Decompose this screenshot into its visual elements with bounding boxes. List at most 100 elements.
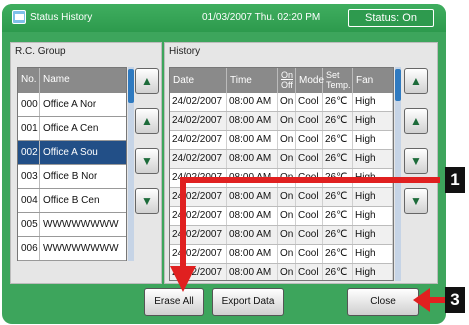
history-mode: Cool: [296, 226, 323, 244]
column-header-set: Set: [326, 70, 340, 80]
column-header-date: Date: [170, 68, 227, 93]
column-header-on: On: [281, 70, 294, 80]
rc-group-no: 001: [18, 117, 40, 140]
rc-group-scroll-thumb[interactable]: [128, 69, 134, 103]
column-header-name: Name: [43, 74, 70, 85]
date-time-display: 01/03/2007 Thu. 02:20 PM: [202, 12, 321, 23]
history-time: 08:00 AM: [227, 188, 278, 206]
history-row: 24/02/2007 08:00 AM On Cool 26℃ High: [170, 188, 393, 207]
column-header-fan: Fan: [356, 75, 374, 86]
history-row: 24/02/2007 08:00 AM On Cool 26℃ High: [170, 93, 393, 112]
rc-first-page-button[interactable]: ▲: [135, 68, 159, 94]
history-set-temp: 26℃: [323, 188, 353, 206]
history-mode: Cool: [296, 188, 323, 206]
history-last-page-button[interactable]: ▼: [404, 188, 428, 214]
history-set-temp: 26℃: [323, 131, 353, 149]
column-header-set-temp: Set Temp.: [323, 68, 353, 93]
history-time: 08:00 AM: [227, 245, 278, 263]
history-fan: High: [353, 150, 393, 168]
history-time: 08:00 AM: [227, 264, 278, 280]
history-panel: History Date Time On Off Mode Set Temp. …: [164, 42, 438, 284]
history-date: 24/02/2007: [170, 188, 227, 206]
history-set-temp: 26℃: [323, 169, 353, 187]
history-mode: Cool: [296, 150, 323, 168]
double-up-arrow-icon: ▲: [410, 74, 422, 88]
rc-group-name: Office A Cen: [43, 123, 99, 134]
history-page-down-button[interactable]: ▼: [404, 148, 428, 174]
rc-group-row[interactable]: 002 Office A Sou: [18, 141, 126, 165]
rc-page-down-button[interactable]: ▼: [135, 148, 159, 174]
column-header-temp: Temp.: [326, 80, 351, 90]
callout-tag-1: 1: [445, 167, 465, 193]
history-row: 24/02/2007 08:00 AM On Cool 26℃ High: [170, 264, 393, 280]
rc-group-panel: R.C. Group No. Name 000 Office A Nor 001 Of…: [10, 42, 162, 284]
history-fan: High: [353, 188, 393, 206]
down-arrow-icon: ▼: [141, 154, 153, 168]
rc-group-no: 003: [18, 165, 40, 188]
history-set-temp: 26℃: [323, 93, 353, 111]
history-on-off: On: [278, 207, 296, 225]
rc-group-name: Office A Nor: [43, 99, 97, 110]
history-on-off: On: [278, 245, 296, 263]
up-arrow-icon: ▲: [410, 114, 422, 128]
column-header-on-off: On Off: [278, 68, 296, 93]
history-row: 24/02/2007 08:00 AM On Cool 26℃ High: [170, 112, 393, 131]
rc-group-no: 004: [18, 189, 40, 212]
double-down-arrow-icon: ▼: [410, 194, 422, 208]
history-time: 08:00 AM: [227, 131, 278, 149]
callout-tag-3: 3: [445, 287, 465, 313]
export-data-button[interactable]: Export Data: [212, 288, 284, 316]
history-mode: Cool: [296, 264, 323, 280]
rc-group-row[interactable]: 004 Office B Cen: [18, 189, 126, 213]
history-date: 24/02/2007: [170, 245, 227, 263]
rc-group-row[interactable]: 006 WWWWWWWW: [18, 237, 126, 261]
status-history-screen: Status History 01/03/2007 Thu. 02:20 PM …: [2, 4, 446, 324]
column-header-mode: Mode: [296, 68, 324, 93]
history-on-off: On: [278, 169, 296, 187]
history-on-off: On: [278, 264, 296, 280]
rc-group-no: 005: [18, 213, 40, 236]
rc-group-list: No. Name 000 Office A Nor 001 Office A Cen 0…: [17, 67, 127, 261]
column-header-off: Off: [281, 80, 293, 90]
history-row: 24/02/2007 08:00 AM On Cool 26℃ High: [170, 131, 393, 150]
history-on-off: On: [278, 150, 296, 168]
history-first-page-button[interactable]: ▲: [404, 68, 428, 94]
history-mode: Cool: [296, 169, 323, 187]
erase-all-button[interactable]: Erase All: [144, 288, 204, 316]
rc-group-row[interactable]: 005 WWWWWWWW: [18, 213, 126, 237]
history-mode: Cool: [296, 245, 323, 263]
history-window-icon: [12, 10, 26, 24]
rc-group-name: WWWWWWWW: [43, 219, 119, 230]
history-scroll-thumb[interactable]: [395, 69, 401, 101]
history-page-up-button[interactable]: ▲: [404, 108, 428, 134]
rc-group-name: WWWWWWWW: [43, 243, 119, 254]
rc-group-row[interactable]: 003 Office B Nor: [18, 165, 126, 189]
history-on-off: On: [278, 112, 296, 130]
rc-page-up-button[interactable]: ▲: [135, 108, 159, 134]
history-on-off: On: [278, 188, 296, 206]
history-mode: Cool: [296, 131, 323, 149]
title-bar: Status History 01/03/2007 Thu. 02:20 PM …: [2, 4, 446, 32]
rc-group-name: Office A Sou: [43, 147, 98, 158]
history-row: 24/02/2007 08:00 AM On Cool 26℃ High: [170, 245, 393, 264]
rc-group-no: 000: [18, 93, 40, 116]
rc-group-row[interactable]: 000 Office A Nor: [18, 93, 126, 117]
history-time: 08:00 AM: [227, 93, 278, 111]
rc-group-row[interactable]: 001 Office A Cen: [18, 117, 126, 141]
column-header-time: Time: [227, 68, 278, 93]
history-time: 08:00 AM: [227, 207, 278, 225]
history-date: 24/02/2007: [170, 226, 227, 244]
history-fan: High: [353, 245, 393, 263]
history-title: History: [169, 46, 201, 57]
history-mode: Cool: [296, 112, 323, 130]
history-set-temp: 26℃: [323, 207, 353, 225]
history-time: 08:00 AM: [227, 226, 278, 244]
history-set-temp: 26℃: [323, 264, 353, 280]
history-fan: High: [353, 131, 393, 149]
history-date: 24/02/2007: [170, 264, 227, 280]
rc-last-page-button[interactable]: ▼: [135, 188, 159, 214]
double-down-arrow-icon: ▼: [141, 194, 153, 208]
close-button[interactable]: Close: [347, 288, 419, 316]
history-date: 24/02/2007: [170, 131, 227, 149]
rc-group-no: 002: [18, 141, 40, 164]
